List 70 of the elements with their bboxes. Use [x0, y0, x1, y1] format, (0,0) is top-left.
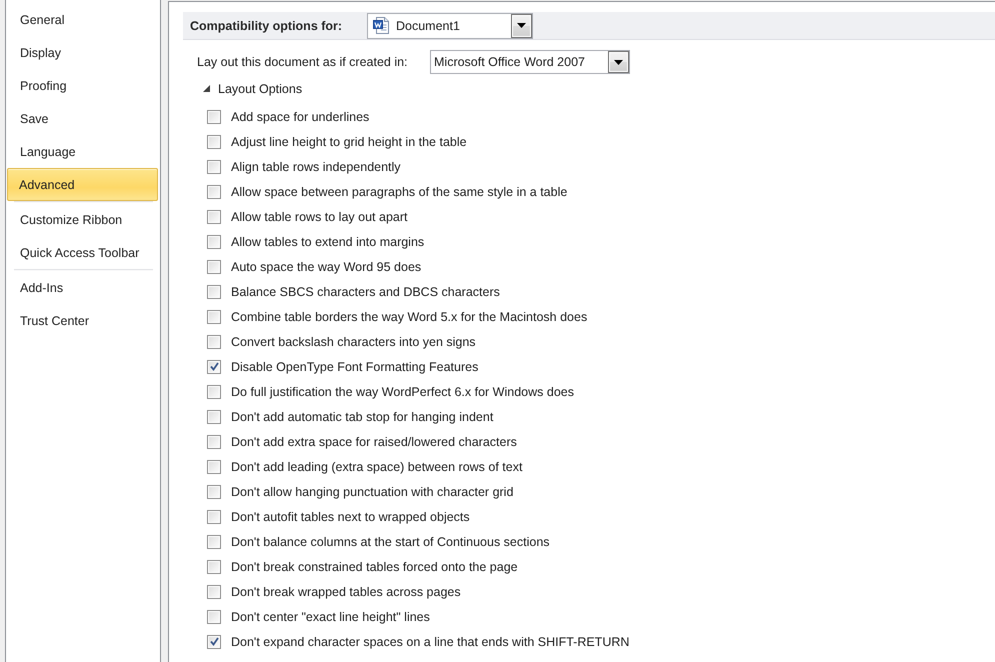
checkbox[interactable] — [207, 360, 221, 374]
option-label: Combine table borders the way Word 5.x for the Macintosh does — [231, 310, 588, 324]
checkbox[interactable] — [207, 484, 221, 498]
checkbox[interactable] — [207, 560, 221, 574]
dropdown-button[interactable] — [608, 51, 629, 73]
option-label: Align table rows independently — [231, 160, 401, 174]
section-title: Compatibility options for: — [190, 18, 344, 32]
option-label: Disable OpenType Font Formatting Features — [231, 360, 478, 374]
layout-as-label: Lay out this document as if created in: — [197, 55, 409, 69]
version-value: Microsoft Office Word 2007 — [434, 55, 586, 69]
option-label: Adjust line height to grid height in the table — [231, 134, 467, 148]
option-label: Allow tables to extend into margins — [231, 234, 424, 248]
version-dropdown[interactable]: Microsoft Office Word 2007 — [430, 50, 630, 74]
checkbox[interactable] — [207, 434, 221, 448]
checkbox[interactable] — [207, 260, 221, 274]
option-label: Allow space between paragraphs of the same style in a table — [231, 184, 568, 198]
option-label: Auto space the way Word 95 does — [231, 260, 422, 274]
option-label: Balance SBCS characters and DBCS characters — [231, 284, 500, 298]
checkbox[interactable] — [207, 610, 221, 624]
option-label: Don't break constrained tables forced onto the page — [231, 560, 518, 574]
option-label: Allow table rows to lay out apart — [231, 210, 408, 224]
checkbox[interactable] — [207, 584, 221, 598]
checkbox[interactable] — [207, 234, 221, 248]
sidebar-item[interactable]: Quick Access Toolbar — [7, 236, 158, 269]
option-label: Don't add automatic tab stop for hanging indent — [231, 410, 494, 424]
checkbox[interactable] — [207, 284, 221, 298]
layout-options-toggle[interactable]: Layout Options — [183, 78, 302, 99]
layout-options-heading: Layout Options — [218, 82, 302, 96]
option-label: Don't center "exact line height" lines — [231, 610, 430, 624]
checkbox[interactable] — [207, 534, 221, 548]
checkmark-icon — [210, 362, 218, 371]
checkbox[interactable] — [207, 510, 221, 524]
document-name: Document1 — [396, 18, 461, 32]
caret-icon — [614, 60, 623, 64]
option-label: Don't add leading (extra space) between rows of text — [231, 460, 522, 474]
checkbox[interactable] — [207, 460, 221, 474]
option-label: Don't expand character spaces on a line that ends with SHIFT-RETURN — [231, 634, 630, 648]
caret-icon — [517, 23, 526, 28]
option-label: Don't balance columns at the start of Continuous sections — [231, 534, 550, 548]
sidebar-item[interactable]: Advanced — [7, 168, 158, 201]
sidebar-item[interactable]: Proofing — [7, 69, 158, 102]
sidebar-item[interactable]: Save — [7, 102, 158, 135]
option-label: Don't add extra space for raised/lowered characters — [231, 434, 517, 448]
option-label: Add space for underlines — [231, 110, 370, 124]
option-label: Don't autofit tables next to wrapped objects — [231, 510, 470, 524]
sidebar-item[interactable]: Customize Ribbon — [7, 203, 158, 236]
option-label: Do full justification the way WordPerfect 6.x for Windows does — [231, 384, 574, 398]
checkbox[interactable] — [207, 184, 221, 198]
sidebar-item[interactable]: Display — [7, 36, 158, 69]
checkmark-icon — [210, 637, 218, 646]
checkbox[interactable] — [207, 134, 221, 148]
word-document-icon — [373, 17, 389, 34]
sidebar-item[interactable]: Language — [7, 135, 158, 168]
option-label: Don't allow hanging punctuation with character grid — [231, 484, 514, 498]
expanded-triangle-icon — [203, 85, 210, 92]
option-label: Don't break wrapped tables across pages — [231, 584, 461, 598]
document-dropdown[interactable]: Document1 — [367, 12, 533, 38]
checkbox[interactable] — [207, 160, 221, 174]
checkbox[interactable] — [207, 410, 221, 424]
sidebar-item[interactable]: Add-Ins — [7, 271, 158, 304]
checkbox[interactable] — [207, 110, 221, 124]
dropdown-button[interactable] — [511, 14, 532, 38]
checkbox[interactable] — [207, 310, 221, 324]
checkbox[interactable] — [207, 334, 221, 348]
option-label: Convert backslash characters into yen signs — [231, 334, 476, 348]
checkbox[interactable] — [207, 634, 221, 648]
checkbox[interactable] — [207, 384, 221, 398]
sidebar-item[interactable]: General — [7, 3, 158, 36]
checkbox[interactable] — [207, 210, 221, 224]
sidebar-item[interactable]: Trust Center — [7, 304, 158, 337]
